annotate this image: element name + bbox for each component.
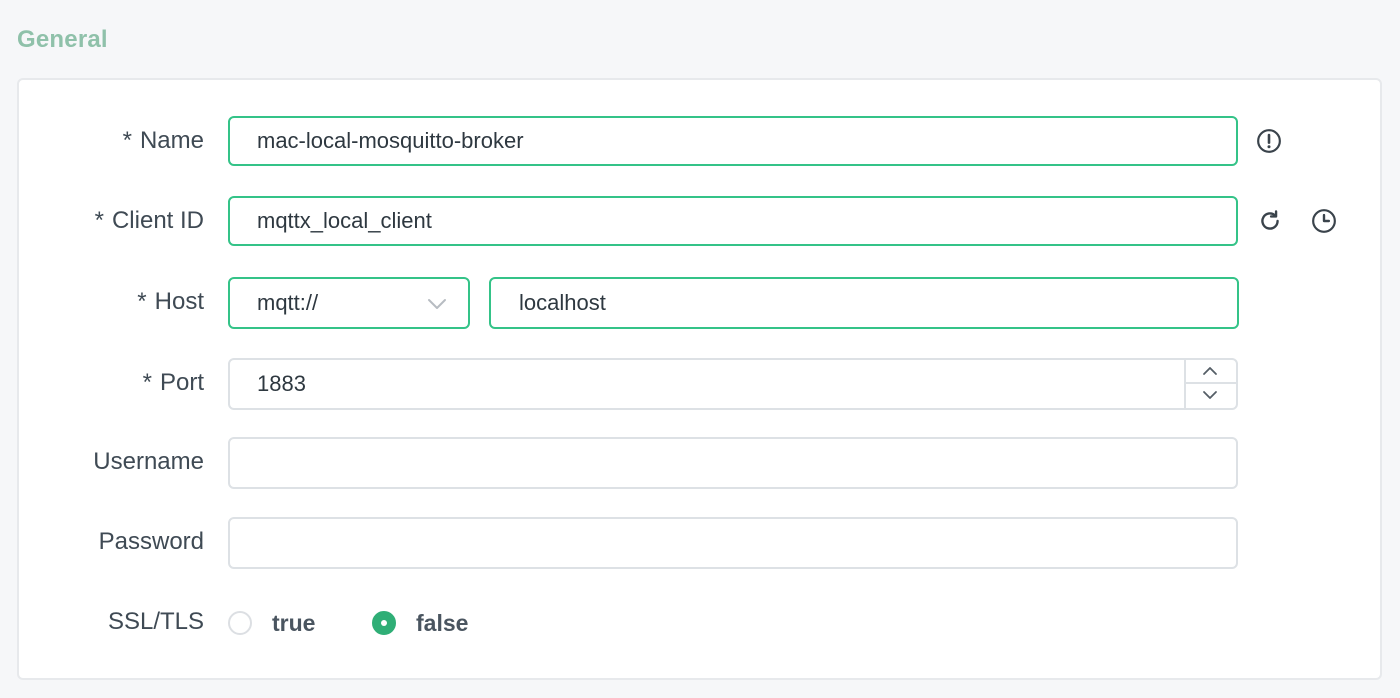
general-settings-card: * Name mac-local-mosquitto-broker * Client… <box>17 78 1382 680</box>
chevron-down-icon <box>1203 391 1217 399</box>
name-label-text: Name <box>139 127 204 154</box>
host-label-text: Host <box>154 288 204 315</box>
name-row: * Name mac-local-mosquitto-broker <box>19 116 1380 168</box>
protocol-value: mqtt:// <box>257 290 319 315</box>
username-input[interactable] <box>228 437 1238 489</box>
client-id-input[interactable]: mqttx_local_client <box>228 196 1238 246</box>
name-label: * Name <box>123 116 204 168</box>
ssl-tls-row: SSL/TLS true false <box>19 597 1380 649</box>
ssl-tls-label: SSL/TLS <box>107 608 204 635</box>
chevron-up-icon <box>1203 367 1217 375</box>
required-asterisk: * <box>122 127 132 154</box>
client-id-label-text: Client ID <box>111 207 204 234</box>
host-input[interactable]: localhost <box>489 277 1239 329</box>
port-decrement-button[interactable] <box>1186 384 1236 408</box>
username-label: Username <box>93 448 204 475</box>
radio-label-true: true <box>272 610 316 636</box>
radio-label-false: false <box>416 610 469 636</box>
clock-icon[interactable] <box>1311 208 1337 234</box>
password-input[interactable] <box>228 517 1238 569</box>
port-row: * Port 1883 <box>19 358 1380 410</box>
port-value: 1883 <box>257 371 306 396</box>
password-row: Password <box>19 517 1380 569</box>
client-id-label: * Client ID <box>95 196 204 248</box>
name-input[interactable]: mac-local-mosquitto-broker <box>228 116 1238 166</box>
port-stepper <box>1184 360 1236 408</box>
radio-circle <box>228 611 252 635</box>
chevron-down-icon <box>428 299 446 309</box>
protocol-select[interactable]: mqtt:// <box>228 277 470 329</box>
client-id-row: * Client ID mqttx_local_client <box>19 196 1380 248</box>
port-label: * Port <box>143 358 204 410</box>
host-label: * Host <box>137 277 204 329</box>
host-row: * Host mqtt:// localhost <box>19 277 1380 329</box>
port-label-text: Port <box>159 369 204 396</box>
radio-circle-checked <box>372 611 396 635</box>
section-title: General <box>17 26 108 53</box>
port-input[interactable]: 1883 <box>228 358 1238 410</box>
refresh-icon[interactable] <box>1257 208 1283 234</box>
password-label: Password <box>98 528 204 555</box>
port-increment-button[interactable] <box>1186 360 1236 384</box>
exclamation-circle-icon[interactable] <box>1256 128 1282 154</box>
username-row: Username <box>19 437 1380 489</box>
required-asterisk: * <box>137 288 147 315</box>
required-asterisk: * <box>142 369 152 396</box>
required-asterisk: * <box>94 207 104 234</box>
